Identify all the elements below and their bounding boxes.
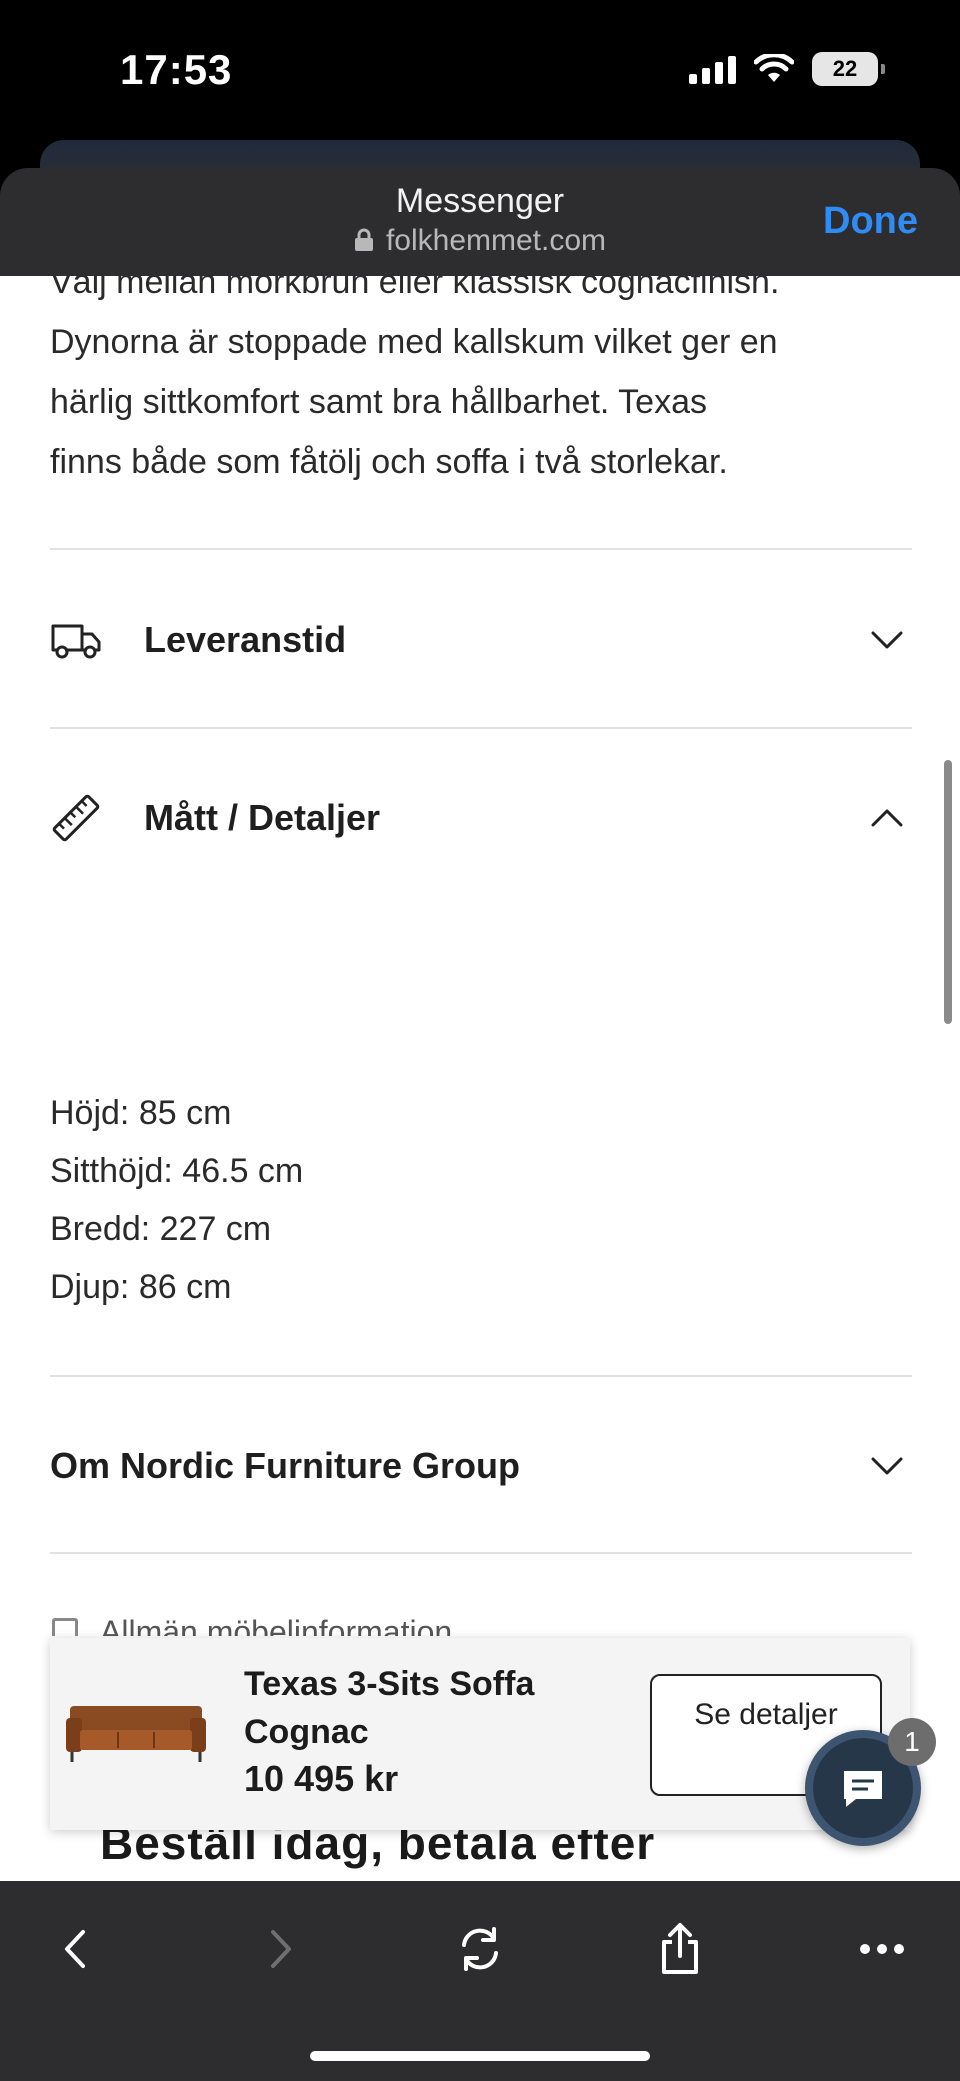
product-name: Texas 3-Sits Soffa Cognac: [244, 1665, 535, 1751]
chat-badge: 1: [888, 1718, 936, 1766]
divider: [50, 548, 912, 550]
status-time: 17:53: [120, 46, 233, 93]
browser-url: folkhemmet.com: [0, 224, 960, 258]
status-bar: 17:53 22: [0, 0, 960, 145]
share-button[interactable]: [640, 1909, 720, 1989]
scrollbar[interactable]: [944, 760, 952, 1024]
dimension-height: Höjd: 85 cm: [50, 1094, 232, 1132]
chat-icon: [844, 1771, 882, 1807]
status-icons: 22: [689, 52, 885, 86]
dimension-width: Bredd: 227 cm: [50, 1210, 272, 1248]
browser-header: Messenger folkhemmet.com Done: [0, 168, 960, 276]
accordion-delivery[interactable]: Leveranstid: [50, 600, 912, 680]
chevron-right-icon: [271, 1930, 291, 1968]
share-icon: [662, 1923, 698, 1974]
home-indicator: [310, 2051, 650, 2061]
done-button[interactable]: Done: [823, 200, 918, 243]
dimension-seat-height: Sitthöjd: 46.5 cm: [50, 1152, 304, 1190]
truck-icon: [51, 624, 101, 659]
info-link-label: Allmän möbelinformation: [100, 1614, 453, 1636]
more-button[interactable]: [842, 1909, 922, 1989]
divider: [50, 1375, 912, 1377]
browser-title: Messenger: [395, 182, 565, 220]
divider: [50, 727, 912, 729]
description-line: Välj mellan mörkbrun eller klassisk cogn…: [50, 276, 780, 301]
description-line: finns både som fåtölj och soffa i två st…: [50, 443, 728, 481]
dimensions-list: Höjd: 85 cm Sitthöjd: 46.5 cm Bredd: 227…: [50, 1084, 303, 1316]
signal-icon: [689, 54, 736, 84]
url-text: folkhemmet.com: [385, 224, 607, 257]
document-icon: [52, 1617, 78, 1636]
description-line: Dynorna är stoppade med kallskum vilket …: [50, 323, 778, 361]
divider: [50, 1552, 912, 1554]
product-price: 10 495 kr: [244, 1758, 399, 1799]
info-link-partial[interactable]: Allmän möbelinformation: [52, 1614, 452, 1636]
back-button[interactable]: [36, 1909, 116, 1989]
sticky-product-card: Texas 3-Sits Soffa Cognac 10 495 kr Se d…: [50, 1638, 910, 1830]
chevron-down-icon: [871, 1457, 903, 1475]
wifi-icon: [754, 54, 794, 82]
accordion-dimensions[interactable]: Mått / Detaljer: [50, 778, 912, 858]
lock-icon: [354, 228, 373, 251]
accordion-delivery-label: Leveranstid: [144, 619, 347, 660]
reload-button[interactable]: [440, 1909, 520, 1989]
forward-button[interactable]: [240, 1909, 320, 1989]
chevron-down-icon: [871, 631, 903, 649]
sofa-thumbnail: [66, 1706, 206, 1762]
ruler-icon: [52, 794, 100, 842]
product-description: Välj mellan mörkbrun eller klassisk cogn…: [50, 276, 930, 492]
accordion-dimensions-label: Mått / Detaljer: [144, 797, 381, 838]
dimension-depth: Djup: 86 cm: [50, 1268, 232, 1306]
chevron-up-icon: [871, 809, 903, 827]
browser-toolbar: [0, 1881, 960, 2081]
accordion-about[interactable]: Om Nordic Furniture Group: [50, 1426, 912, 1506]
more-icon: [860, 1944, 904, 1954]
battery-icon: 22: [812, 52, 885, 86]
accordion-about-label: Om Nordic Furniture Group: [50, 1445, 521, 1486]
description-line: härlig sittkomfort samt bra hållbarhet. …: [50, 383, 707, 421]
refresh-icon: [462, 1927, 498, 1971]
chevron-left-icon: [65, 1930, 85, 1968]
